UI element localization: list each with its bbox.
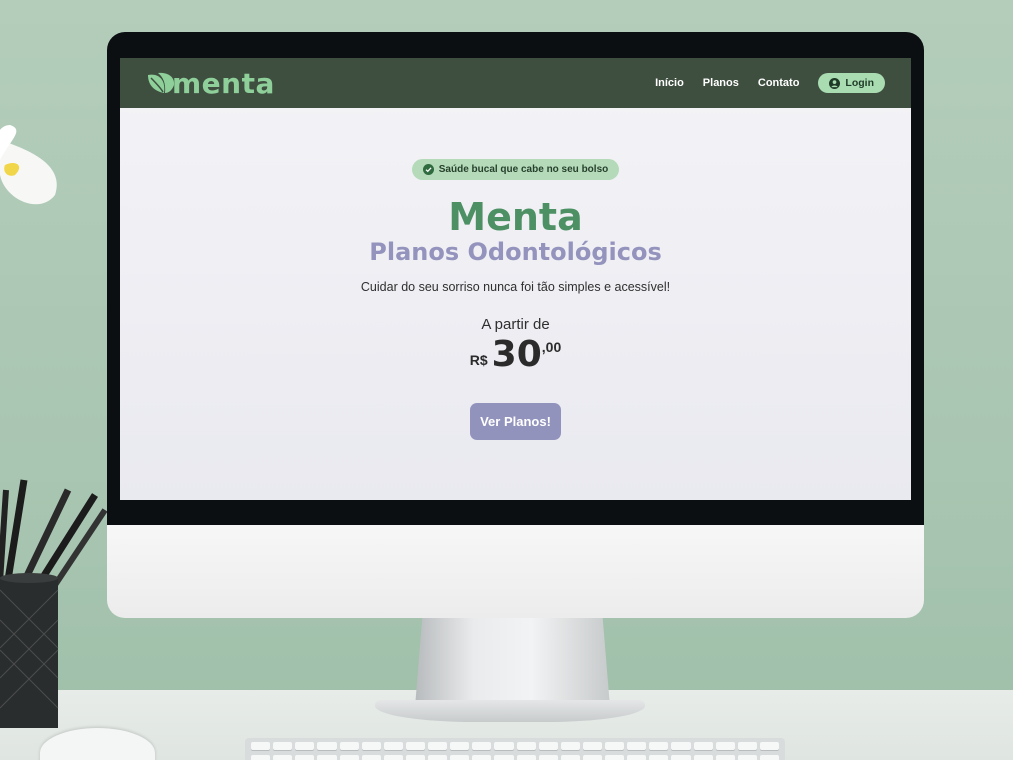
hero-section: Saúde bucal que cabe no seu bolso Menta …: [120, 108, 911, 440]
hero-title: Menta: [448, 195, 583, 239]
monitor-stand-base: [375, 700, 645, 722]
check-circle-icon: [422, 164, 434, 175]
monitor-chin: [107, 525, 924, 618]
login-button[interactable]: Login: [818, 73, 885, 93]
navbar: menta Início Planos Contato Login: [120, 58, 911, 108]
hero-tagline: Cuidar do seu sorriso nunca foi tão simp…: [360, 280, 671, 294]
price-currency: R$: [469, 352, 488, 368]
brand-logo[interactable]: menta: [146, 67, 275, 100]
nav-links: Início Planos Contato Login: [655, 73, 885, 93]
website-screen: menta Início Planos Contato Login Saúde …: [120, 58, 911, 500]
price-intro: A partir de: [481, 316, 550, 333]
view-plans-button[interactable]: Ver Planos!: [470, 403, 561, 440]
login-label: Login: [845, 77, 874, 89]
flower-decoration: [0, 125, 57, 205]
keyboard: [245, 738, 785, 760]
nav-link-inicio[interactable]: Início: [655, 77, 684, 89]
badge-text: Saúde bucal que cabe no seu bolso: [438, 164, 609, 175]
pencil-holder: [0, 479, 108, 728]
tagline-badge: Saúde bucal que cabe no seu bolso: [411, 159, 620, 180]
user-circle-icon: [829, 77, 841, 89]
nav-link-planos[interactable]: Planos: [703, 77, 739, 89]
nav-link-contato[interactable]: Contato: [758, 77, 800, 89]
hero-subtitle: Planos Odontológicos: [369, 238, 662, 266]
price-display: R$ 30 ,00: [120, 335, 911, 375]
monitor-stand: [415, 612, 610, 707]
price-amount: 30: [491, 334, 542, 375]
logo-text: menta: [172, 66, 275, 100]
price-cents: ,00: [541, 339, 562, 355]
